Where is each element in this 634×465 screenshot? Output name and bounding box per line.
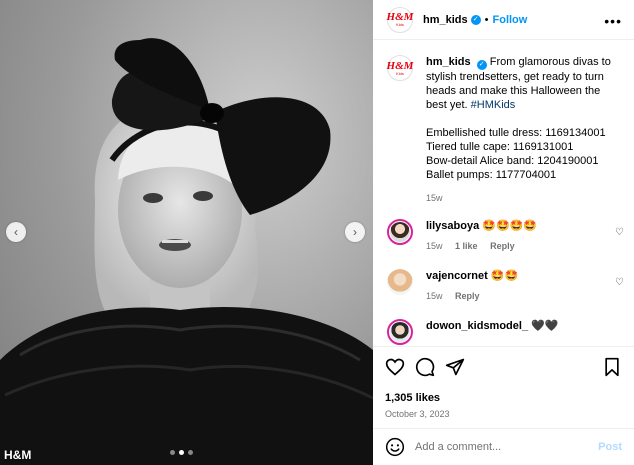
- comment-item: lilysaboya 🤩🤩🤩🤩 15w 1 like Reply ♡: [373, 219, 634, 251]
- caption-line: Embellished tulle dress: 1169134001: [426, 127, 606, 139]
- comment-item: dowon_kidsmodel_ 🖤🖤: [373, 319, 634, 345]
- verified-badge-icon: ✓: [470, 14, 481, 25]
- comment-meta: 15w Reply: [426, 291, 518, 301]
- post-photo[interactable]: ‹ › H&M: [0, 0, 373, 465]
- previous-image-button[interactable]: ‹: [6, 222, 26, 242]
- post-side-panel: H&M Kids hm_kids ✓ • Follow ••• H&M Kids…: [373, 0, 634, 465]
- comment-text: 🤩🤩: [490, 270, 519, 282]
- more-options-icon[interactable]: •••: [604, 13, 622, 29]
- carousel-dot-active: [179, 450, 184, 455]
- post-comment-button[interactable]: Post: [598, 441, 622, 453]
- comment-reply-button[interactable]: Reply: [455, 291, 480, 301]
- hm-logo: H&M: [386, 11, 414, 23]
- caption-username[interactable]: hm_kids: [426, 56, 471, 68]
- commenter-avatar[interactable]: [387, 219, 413, 245]
- photo-illustration: [0, 38, 373, 465]
- comments-section[interactable]: H&M Kids hm_kids ✓ From glamorous divas …: [373, 41, 634, 346]
- comment-time: 15w: [426, 241, 443, 251]
- caption-line: Bow-detail Alice band: 1204190001: [426, 155, 599, 167]
- watermark-text: H&M: [4, 448, 32, 462]
- follow-button[interactable]: Follow: [493, 14, 528, 26]
- comment-like-heart-icon[interactable]: ♡: [615, 227, 624, 238]
- like-heart-icon[interactable]: [385, 357, 405, 377]
- post-actions: 1,305 likes October 3, 2023: [373, 346, 634, 419]
- hm-watermark: H&M: [4, 448, 31, 462]
- caption-line: Tiered tulle cape: 1169131001: [426, 141, 574, 153]
- hm-logo: H&M: [386, 59, 414, 72]
- commenter-username[interactable]: dowon_kidsmodel_: [426, 320, 528, 332]
- comment-like-heart-icon[interactable]: ♡: [615, 277, 624, 288]
- comment-body: dowon_kidsmodel_ 🖤🖤: [426, 319, 559, 345]
- comment-body: vajencornet 🤩🤩 15w Reply: [426, 269, 518, 301]
- caption-avatar[interactable]: H&M Kids: [387, 55, 413, 81]
- caption-time: 15w: [426, 193, 443, 203]
- comment-meta: 15w 1 like Reply: [426, 241, 537, 251]
- commenter-username[interactable]: lilysaboya: [426, 220, 479, 232]
- comment-like-count[interactable]: 1 like: [455, 241, 478, 251]
- comment-text: 🤩🤩🤩🤩: [482, 220, 538, 232]
- caption-hashtag[interactable]: #HMKids: [471, 99, 516, 111]
- comment-text: 🖤🖤: [531, 320, 559, 332]
- author-avatar[interactable]: H&M Kids: [386, 6, 414, 33]
- carousel-dot: [188, 450, 193, 455]
- hm-logo-sub: Kids: [396, 70, 404, 76]
- author-username[interactable]: hm_kids: [423, 14, 468, 26]
- commenter-avatar[interactable]: [387, 319, 413, 345]
- caption-body: hm_kids ✓ From glamorous divas to stylis…: [426, 55, 624, 205]
- action-bar: [385, 355, 622, 379]
- commenter-username[interactable]: vajencornet: [426, 270, 488, 282]
- next-image-button[interactable]: ›: [345, 222, 365, 242]
- post-caption: H&M Kids hm_kids ✓ From glamorous divas …: [373, 41, 634, 205]
- add-comment-bar: Post: [373, 428, 634, 465]
- commenter-avatar[interactable]: [387, 269, 413, 295]
- share-send-icon[interactable]: [445, 357, 465, 377]
- post-header: H&M Kids hm_kids ✓ • Follow •••: [373, 0, 634, 40]
- comment-reply-button[interactable]: Reply: [490, 241, 515, 251]
- comment-item: vajencornet 🤩🤩 15w Reply ♡: [373, 269, 634, 301]
- carousel-indicator: [170, 450, 193, 455]
- carousel-dot: [170, 450, 175, 455]
- add-comment-input[interactable]: [415, 441, 585, 453]
- verified-badge-icon: ✓: [476, 60, 487, 70]
- comment-time: 15w: [426, 291, 443, 301]
- caption-product-list: Embellished tulle dress: 1169134001 Tier…: [426, 126, 624, 182]
- like-count[interactable]: 1,305 likes: [385, 392, 622, 404]
- comment-bubble-icon[interactable]: [415, 357, 435, 377]
- comment-body: lilysaboya 🤩🤩🤩🤩 15w 1 like Reply: [426, 219, 537, 251]
- hm-logo-sub: Kids: [396, 22, 404, 27]
- caption-line: Ballet pumps: 1177704001: [426, 169, 557, 181]
- save-bookmark-icon[interactable]: [602, 357, 622, 377]
- emoji-icon[interactable]: [385, 437, 405, 457]
- header-separator: •: [484, 13, 489, 26]
- post-date: October 3, 2023: [385, 409, 450, 419]
